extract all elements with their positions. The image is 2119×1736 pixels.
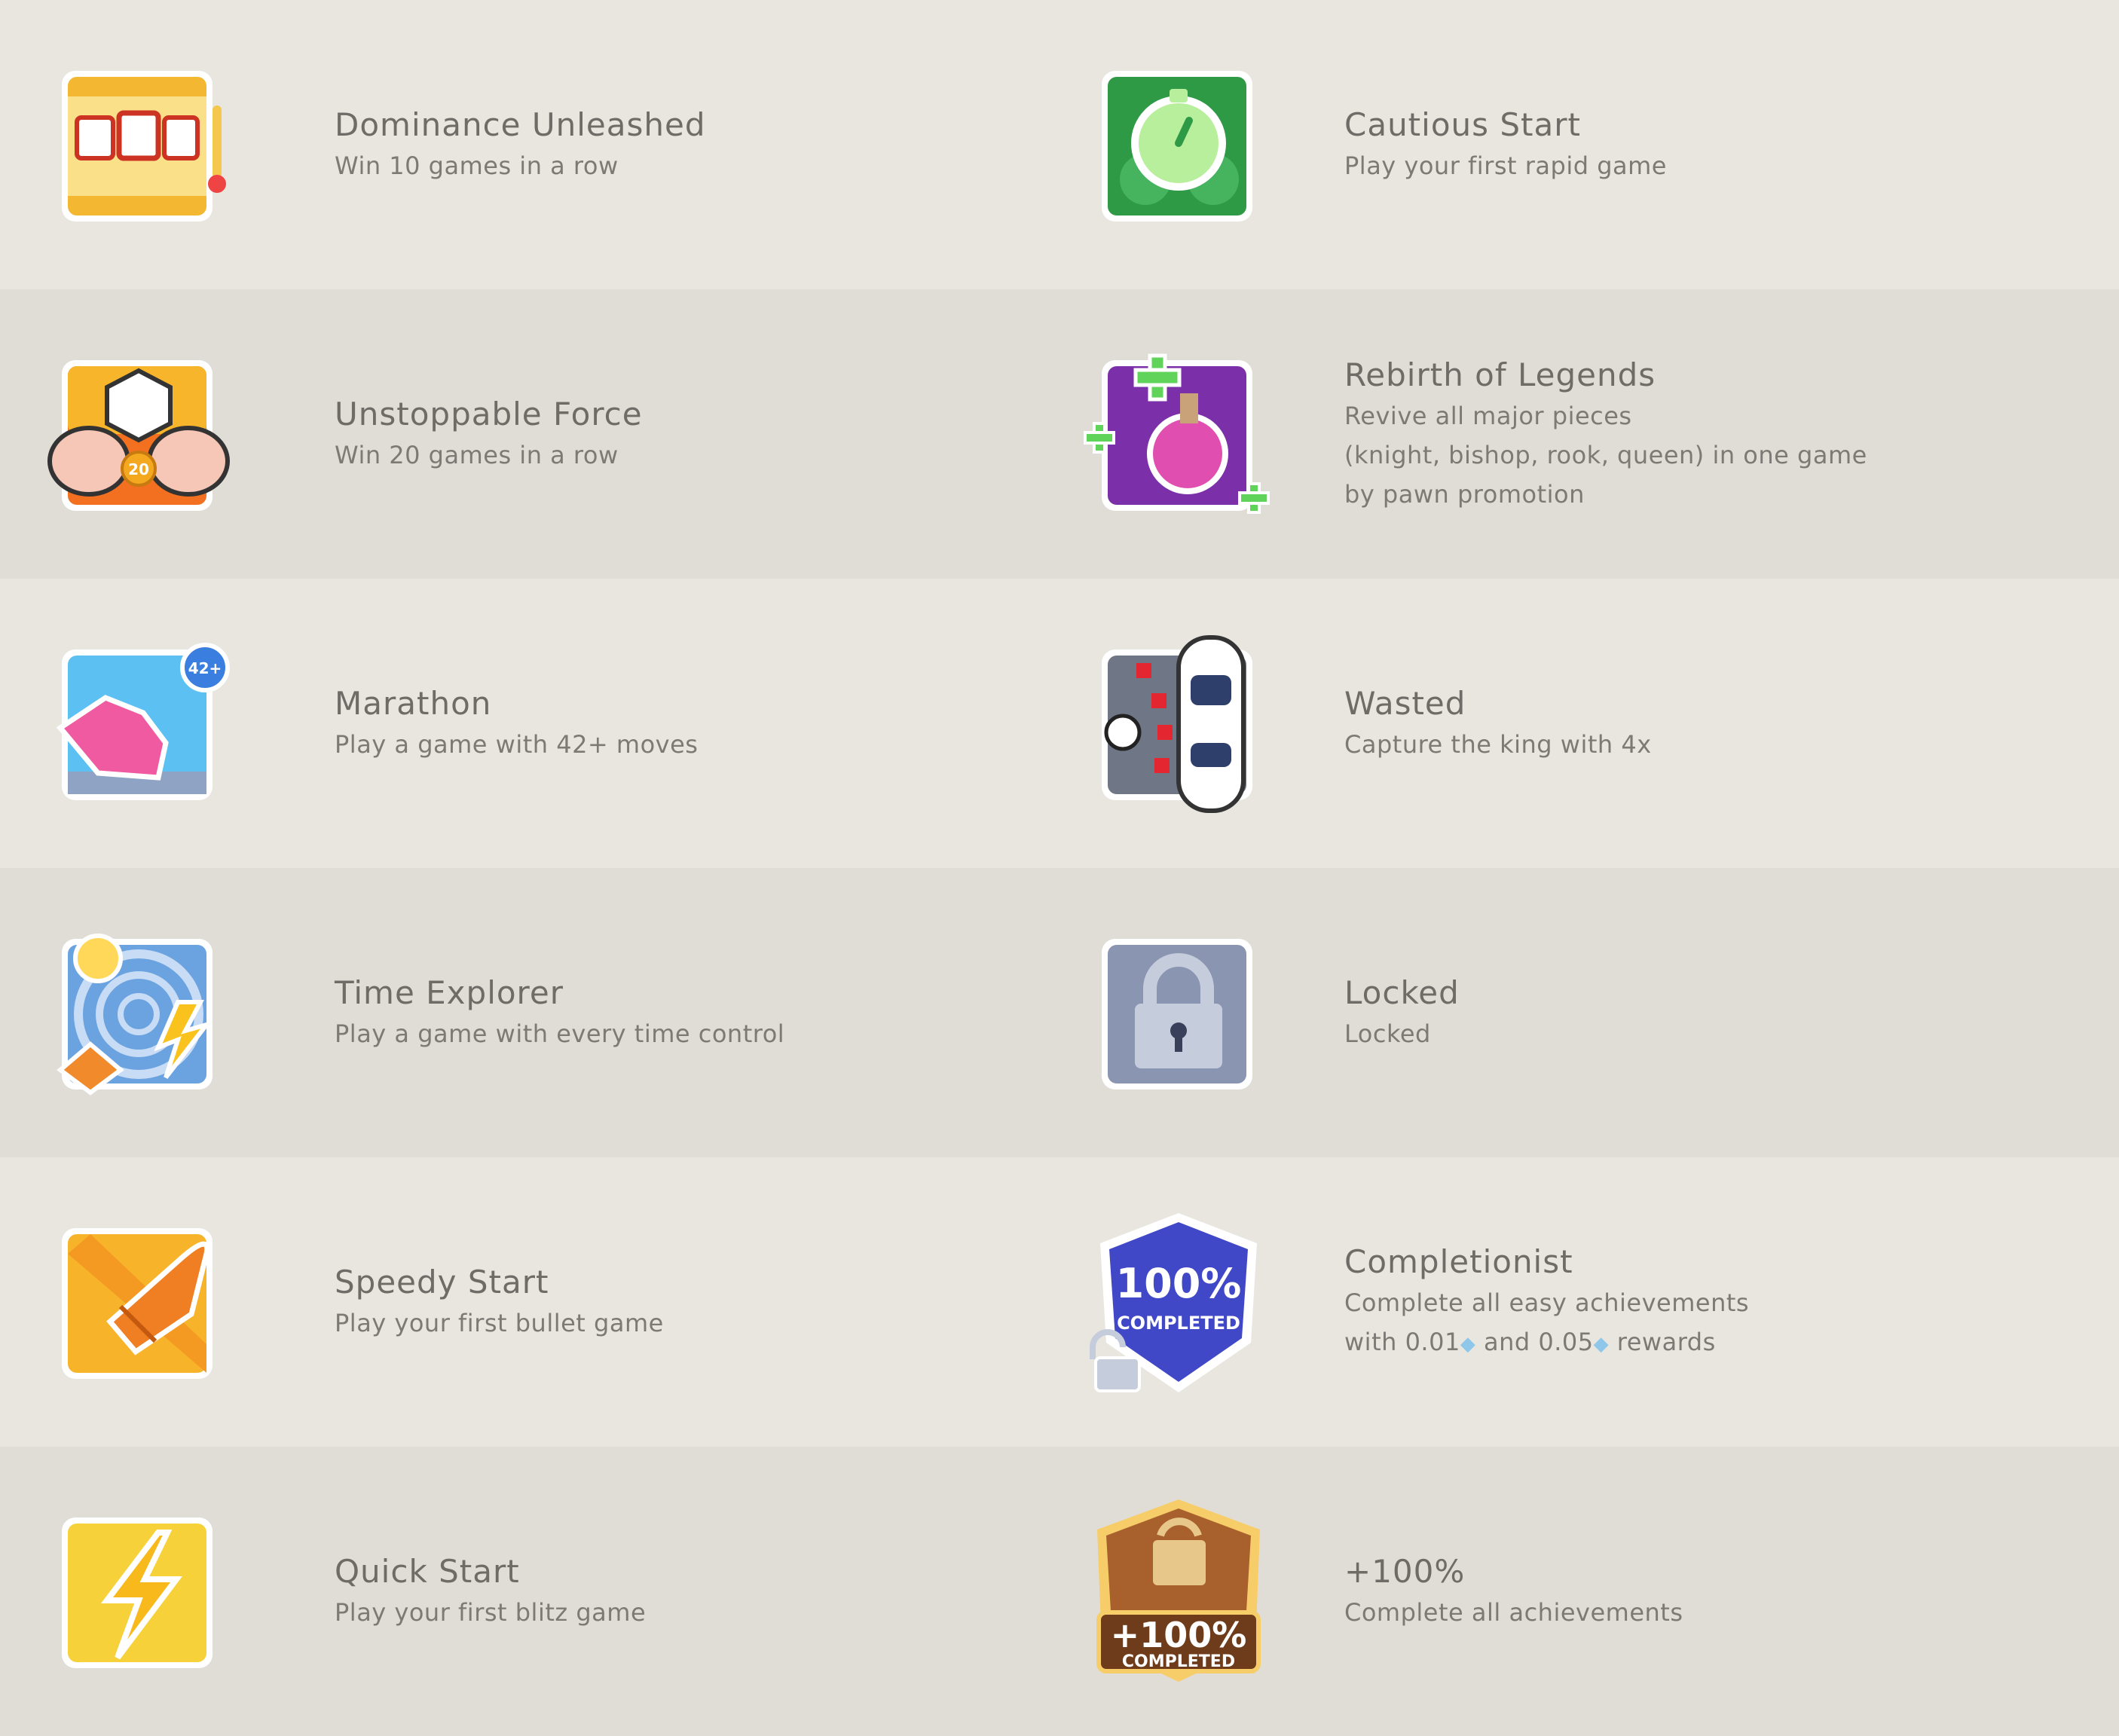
achievement-title: +100%: [1344, 1553, 1466, 1590]
achievement-row-6: Quick Start Play your first blitz game +…: [0, 1447, 2119, 1736]
police-car-icon: [1085, 630, 1272, 817]
achievement-plus-100[interactable]: +100% COMPLETED +100% Complete all achie…: [0, 1447, 1683, 1736]
badge-small-text: COMPLETED: [1117, 1313, 1240, 1334]
achievement-description-rewards: with 0.01◆ and 0.05◆ rewards: [1344, 1322, 1749, 1364]
achievement-rebirth-of-legends[interactable]: Rebirth of Legends Revive all major piec…: [0, 289, 1867, 579]
achievement-title: Locked: [1344, 974, 1460, 1011]
achievement-description: (knight, bishop, rook, queen) in one gam…: [1344, 441, 1867, 469]
achievement-description: Complete all easy achievements: [1344, 1288, 1750, 1317]
achievement-description: Locked: [1344, 1019, 1431, 1048]
achievement-row-2: 20 Unstoppable Force Win 20 games in a r…: [0, 289, 2119, 579]
achievement-title: Rebirth of Legends: [1344, 356, 1656, 393]
achievement-title: Wasted: [1344, 685, 1466, 722]
gold-completed-icon: +100% COMPLETED: [1085, 1498, 1272, 1685]
reward-text: rewards: [1609, 1327, 1716, 1356]
achievement-description: Capture the king with 4x: [1344, 730, 1652, 759]
achievement-locked[interactable]: Locked Locked: [0, 868, 1459, 1157]
diamond-icon: ◆: [1593, 1332, 1610, 1355]
achievement-description: Play your first rapid game: [1344, 151, 1667, 180]
achievement-completionist[interactable]: 100% COMPLETED Completionist Complete al…: [0, 1157, 1749, 1447]
achievement-wasted[interactable]: Wasted Capture the king with 4x: [0, 579, 1651, 868]
badge-big-text: +100%: [1111, 1615, 1247, 1655]
badge-small-text: COMPLETED: [1122, 1652, 1235, 1671]
achievement-row-4: Time Explorer Play a game with every tim…: [0, 868, 2119, 1157]
reward-text: with 0.01: [1344, 1327, 1460, 1356]
achievement-cautious-start[interactable]: Cautious Start Play your first rapid gam…: [0, 0, 1666, 289]
padlock-icon: [1085, 919, 1272, 1106]
stopwatch-icon: [1085, 51, 1272, 238]
diamond-icon: ◆: [1460, 1332, 1476, 1355]
achievement-description: by pawn promotion: [1344, 480, 1585, 509]
potion-icon: [1084, 341, 1272, 527]
achievement-title: Completionist: [1344, 1242, 1573, 1280]
achievement-row-1: Dominance Unleashed Win 10 games in a ro…: [0, 0, 2119, 289]
badge-big-text: 100%: [1116, 1260, 1242, 1307]
achievement-row-3: 42+ Marathon Play a game with 42+ moves: [0, 579, 2119, 868]
achievement-description: Complete all achievements: [1344, 1598, 1683, 1627]
achievement-title: Cautious Start: [1344, 106, 1581, 143]
completed-shield-icon: 100% COMPLETED: [1085, 1209, 1272, 1395]
achievement-description: Revive all major pieces: [1344, 402, 1632, 430]
achievement-row-5: Speedy Start Play your first bullet game…: [0, 1157, 2119, 1447]
reward-text: and 0.05: [1475, 1327, 1594, 1356]
